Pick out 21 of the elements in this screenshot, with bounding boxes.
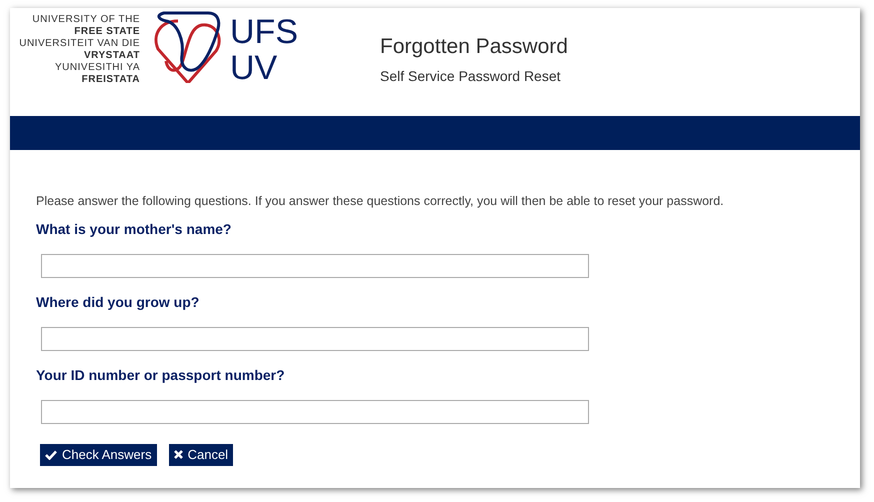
answer-field[interactable] [41, 400, 589, 424]
logo-text: UNIVERSITY OF THE [32, 14, 140, 26]
question-label: Your ID number or passport number? [36, 366, 286, 385]
logo-text: VRYSTAAT [84, 50, 140, 62]
logo-text: FREE STATE [74, 26, 140, 38]
logo-text: UNIVERSITEIT VAN DIE [19, 38, 140, 50]
cancel-button[interactable]: Cancel [168, 444, 234, 466]
check-answers-button[interactable]: Check Answers [40, 444, 157, 466]
question-label: Where did you grow up? [36, 292, 200, 312]
page-title: Forgotten Password [380, 34, 568, 60]
answer-field[interactable] [41, 326, 589, 351]
close-icon [174, 450, 183, 460]
logo-text: FREISTATA [82, 74, 140, 86]
logo-text: YUNIVESITHI YA [55, 62, 140, 74]
page-subtitle: Self Service Password Reset [380, 67, 562, 86]
question-label: What is your mother's name? [36, 220, 232, 239]
logo-wordmark: UFS [230, 14, 298, 50]
answer-field[interactable] [41, 254, 589, 278]
intro-text: Please answer the following questions. If you answer these questions correctly, you will then be able to reset your password. [36, 193, 725, 210]
logo-wordmark: UV [230, 50, 278, 86]
check-icon [45, 450, 57, 460]
